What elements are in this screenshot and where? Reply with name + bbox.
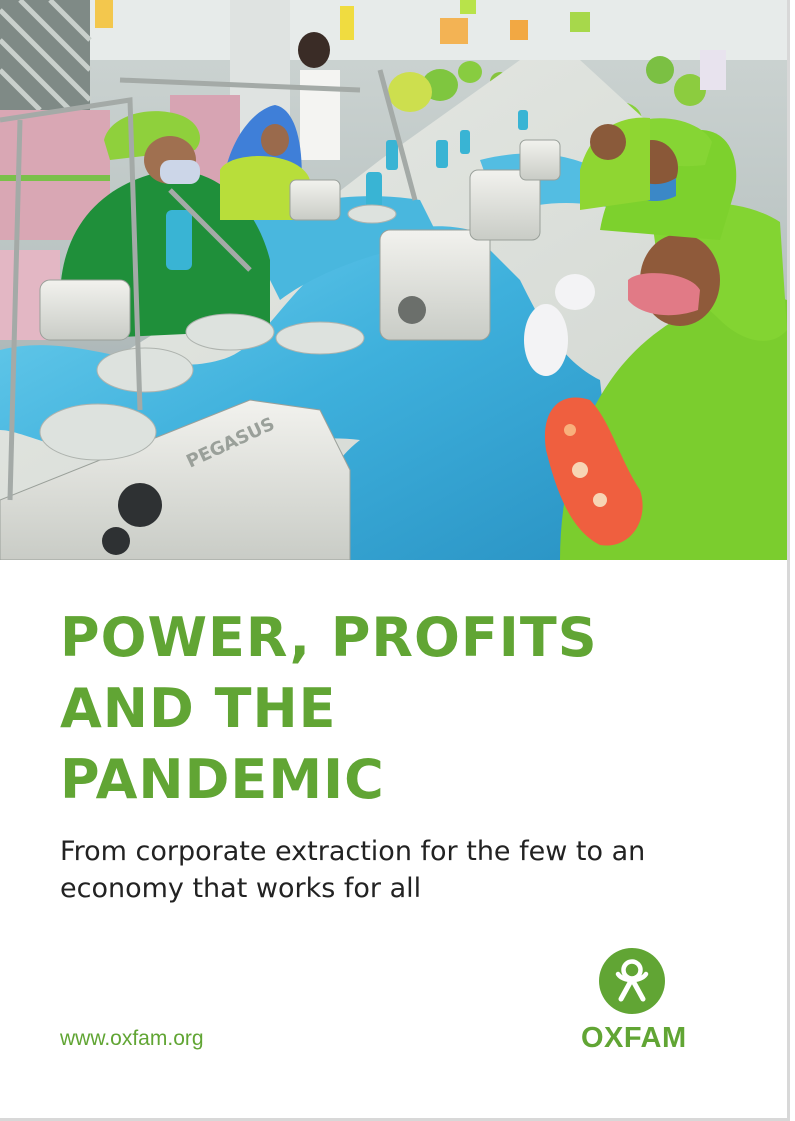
subtitle-line-1: From corporate extraction for the few to… [60,836,646,867]
oxfam-figure-icon [599,948,665,1014]
report-cover: PEGASUS POWER, PROFITS AND THE PANDEMIC … [0,0,790,1121]
oxfam-logo: OXFAM [581,946,687,1058]
cover-photo: PEGASUS [0,0,787,560]
title-line-2: AND THE [60,677,337,740]
report-subtitle: From corporate extraction for the few to… [60,833,700,907]
website-link[interactable]: www.oxfam.org [60,1027,204,1051]
logo-wordmark: OXFAM [581,1022,687,1054]
subtitle-line-2: economy that works for all [60,873,422,904]
title-line-3: PANDEMIC [60,748,385,811]
report-title: POWER, PROFITS AND THE PANDEMIC [60,602,598,815]
title-line-1: POWER, PROFITS [60,606,598,669]
